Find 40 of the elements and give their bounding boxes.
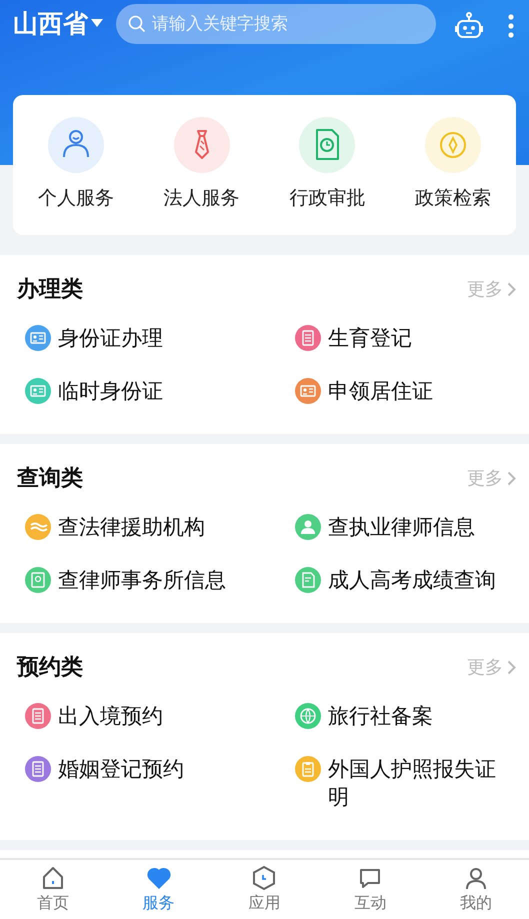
nav-tab[interactable]: 应用 (212, 860, 318, 919)
section-title: 办理类 (17, 276, 83, 304)
region-selector[interactable]: 山西省 (13, 6, 104, 40)
chevron-right-icon (507, 470, 516, 486)
service-item[interactable]: 出入境预约 (17, 690, 287, 743)
chevron-right-icon (507, 660, 516, 674)
nav-tab[interactable]: 服务 (106, 860, 212, 919)
chevron-right-icon (507, 282, 516, 296)
person-icon (48, 117, 104, 173)
section-title: 查询类 (17, 465, 83, 493)
service-item[interactable]: 查执业律师信息 (287, 501, 516, 554)
quick-service-button[interactable]: 法人服务 (138, 117, 264, 211)
service-item[interactable]: 身份证办理 (17, 312, 287, 365)
search-field[interactable]: 请输入关键字搜索 (116, 4, 436, 44)
more-icon[interactable] (506, 13, 516, 39)
section-title: 预约类 (17, 654, 83, 682)
service-item[interactable]: 成人高考成绩查询 (287, 554, 516, 607)
robot-icon[interactable] (454, 12, 484, 40)
quick-service-button[interactable]: 政策检索 (390, 117, 516, 211)
nav-tab[interactable]: 首页 (0, 860, 106, 919)
clock-icon (251, 865, 278, 891)
search-input[interactable]: 请输入关键字搜索 (152, 14, 424, 34)
quick-service-button[interactable]: 行政审批 (264, 117, 390, 211)
necktie-icon (174, 117, 230, 173)
service-item[interactable]: 临时身份证 (17, 365, 287, 418)
service-item[interactable]: 申领居住证 (287, 365, 516, 418)
service-item[interactable]: 外国人护照报失证明 (287, 743, 516, 824)
service-item[interactable]: 查法律援助机构 (17, 501, 287, 554)
search-icon (128, 15, 146, 33)
nav-tab[interactable]: 我的 (423, 860, 529, 919)
service-item[interactable]: 生育登记 (287, 312, 516, 365)
quick-service-button[interactable]: 个人服务 (13, 117, 139, 211)
heart-icon (146, 865, 172, 891)
document-clock-icon (299, 117, 356, 173)
nav-tab[interactable]: 互动 (317, 860, 424, 919)
service-item[interactable]: 婚姻登记预约 (17, 743, 287, 824)
compass-icon (425, 117, 482, 173)
service-item[interactable]: 查律师事务所信息 (17, 554, 287, 607)
caret-icon (90, 18, 104, 28)
service-item[interactable]: 旅行社备案 (287, 690, 516, 743)
